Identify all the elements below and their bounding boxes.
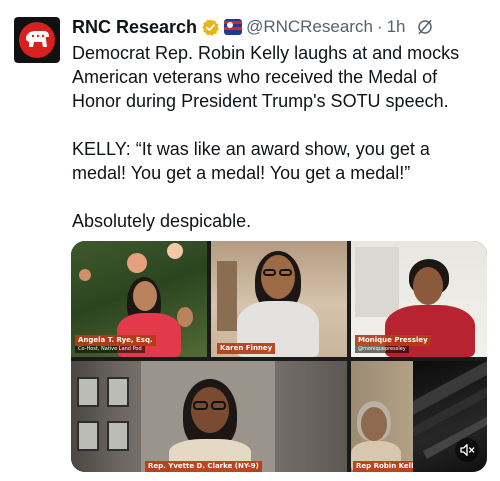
decor bbox=[193, 401, 208, 410]
participant-subtitle-3: @moniquepressley bbox=[355, 346, 409, 353]
participant-name-1: Angela T. Rye, Esq. bbox=[75, 335, 156, 346]
video-tile-2: Karen Finney bbox=[211, 241, 347, 357]
closing-line: Absolutely despicable. bbox=[72, 211, 252, 231]
text-line: Honor during President Trump's SOTU spee… bbox=[72, 91, 449, 111]
video-player[interactable]: Angela T. Rye, Esq. Co-Host, Native Land… bbox=[71, 241, 487, 472]
decor bbox=[263, 269, 276, 276]
participant-name-5: Rep Robin Kelly bbox=[353, 461, 422, 472]
author-avatar[interactable] bbox=[14, 17, 60, 63]
video-tile-1: Angela T. Rye, Esq. Co-Host, Native Land… bbox=[71, 241, 207, 357]
participant-name-3: Monique Pressley bbox=[355, 335, 431, 346]
decor bbox=[217, 261, 237, 331]
author-handle[interactable]: @RNCResearch bbox=[246, 17, 373, 37]
grok-icon[interactable] bbox=[416, 18, 434, 36]
decor bbox=[177, 307, 193, 327]
quote-line: medal! You get a medal! You get a medal!… bbox=[72, 163, 411, 183]
verified-badge-icon[interactable] bbox=[201, 18, 220, 37]
tweet-text: Democrat Rep. Robin Kelly laughs at and … bbox=[72, 41, 492, 233]
decor bbox=[191, 387, 229, 433]
decor bbox=[107, 377, 129, 407]
decor bbox=[261, 255, 295, 299]
timestamp[interactable]: 1h bbox=[387, 17, 406, 37]
quote-line: KELLY: “It was like an award show, you g… bbox=[72, 139, 430, 159]
participant-name-2: Karen Finney bbox=[217, 343, 276, 354]
author-name[interactable]: RNC Research bbox=[72, 17, 197, 38]
text-line: American veterans who received the Medal… bbox=[72, 67, 438, 87]
decor bbox=[107, 421, 129, 451]
participant-name-4: Rep. Yvette D. Clarke (NY-9) bbox=[145, 461, 262, 472]
separator-dot: · bbox=[376, 17, 383, 36]
decor bbox=[77, 421, 99, 451]
decor bbox=[211, 401, 226, 410]
mute-icon bbox=[460, 444, 475, 456]
participant-subtitle-1: Co-Host, Native Land Pod bbox=[75, 346, 145, 353]
decor bbox=[413, 267, 443, 305]
decor bbox=[279, 269, 292, 276]
mute-button[interactable] bbox=[455, 438, 479, 462]
text-line: Democrat Rep. Robin Kelly laughs at and … bbox=[72, 43, 460, 63]
decor bbox=[355, 247, 399, 317]
tweet-header: RNC Research @RNCResearch · 1h bbox=[72, 14, 434, 40]
decor bbox=[79, 269, 91, 281]
rnc-logo-icon bbox=[19, 22, 55, 58]
affiliation-flag-icon[interactable] bbox=[224, 19, 243, 35]
decor bbox=[77, 377, 99, 407]
video-tile-3: Monique Pressley @moniquepressley bbox=[351, 241, 487, 357]
video-tile-4: Rep. Yvette D. Clarke (NY-9) bbox=[71, 361, 347, 472]
decor bbox=[167, 243, 183, 259]
decor bbox=[127, 253, 147, 273]
decor bbox=[133, 281, 157, 311]
decor bbox=[361, 407, 387, 441]
